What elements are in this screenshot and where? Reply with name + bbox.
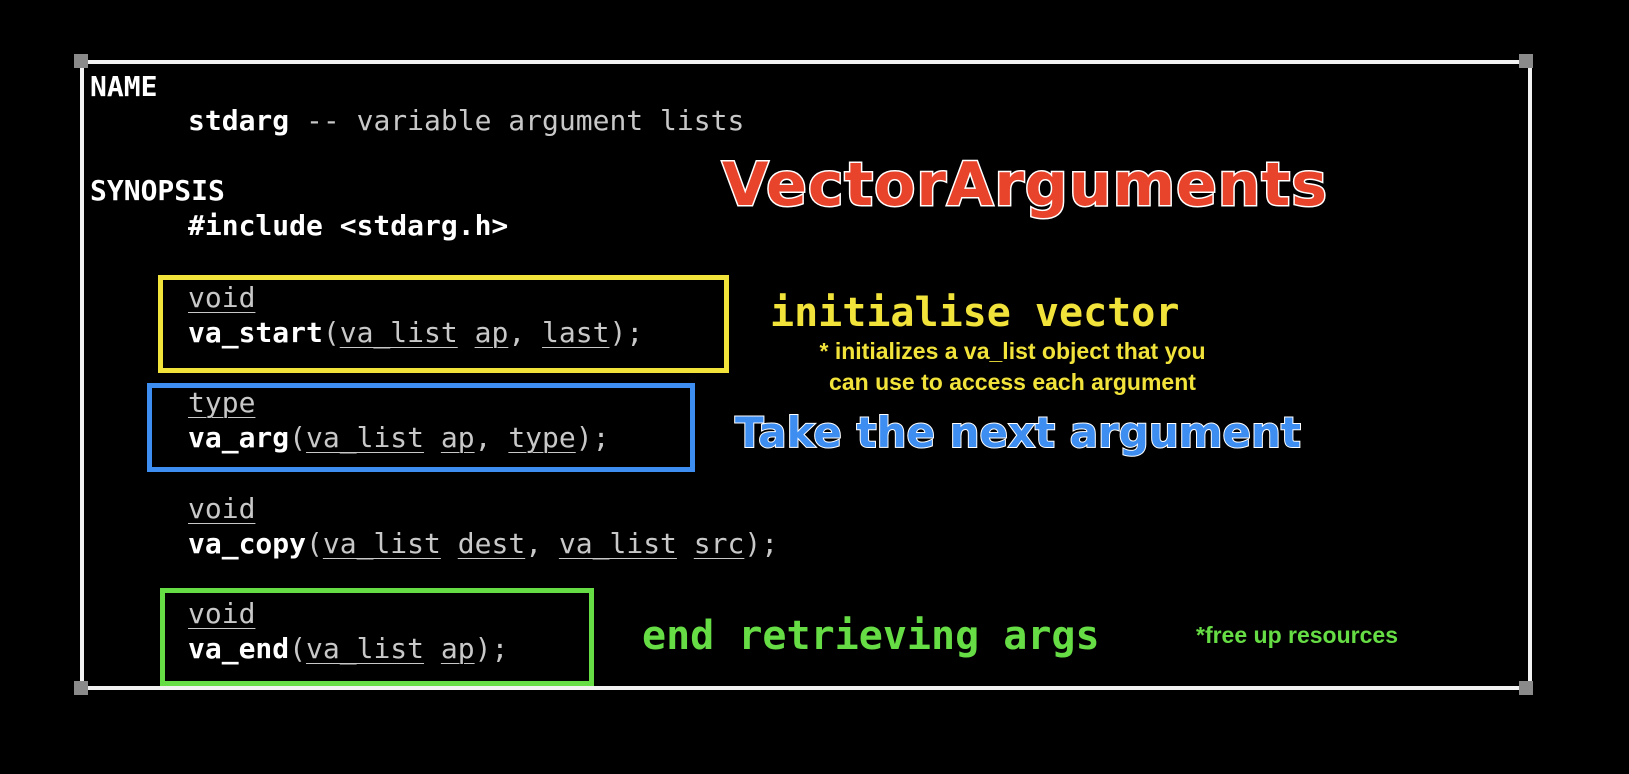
frame-corner-top-right	[1519, 54, 1533, 68]
name-heading: NAME	[90, 70, 158, 103]
end-heading: end retrieving args	[642, 613, 1100, 659]
va-end-return-type-text: void	[188, 597, 256, 630]
title-vector-arguments: VectorArguments	[721, 149, 1329, 222]
name-command: stdarg	[188, 104, 290, 137]
synopsis-heading: SYNOPSIS	[90, 174, 225, 207]
va-copy-return-type-text: void	[188, 492, 256, 525]
va-copy-signature: va_copy(va_list dest, va_list src);	[188, 527, 779, 560]
va-arg-param-ap: ap	[440, 421, 475, 454]
frame-corner-bottom-left	[74, 681, 88, 695]
va-arg-param-type-arg: type	[508, 421, 576, 454]
arg-heading: Take the next argument	[734, 407, 1302, 458]
start-heading: initialise vector	[770, 290, 1180, 336]
va-start-signature: va_start(va_list ap, last);	[188, 316, 644, 349]
start-note-line-1: * initializes a va_list object that you	[819, 338, 1206, 364]
va-copy-param-dest: dest	[457, 527, 526, 560]
va-arg-signature: va_arg(va_list ap, type);	[188, 421, 610, 454]
va-end-param-ap: ap	[440, 632, 475, 665]
va-copy-param-src: src	[693, 527, 745, 560]
va-start-param-ap: ap	[474, 316, 509, 349]
va-start-param-last: last	[542, 316, 610, 349]
frame-corner-bottom-right	[1519, 681, 1533, 695]
va-copy-return-type: void	[188, 492, 255, 526]
va-start-function-name: va_start	[188, 316, 323, 349]
start-note-line-2: can use to access each argument	[829, 369, 1196, 395]
va-copy-function-name: va_copy	[188, 527, 307, 560]
va-end-return-type: void	[188, 597, 255, 631]
va-start-return-type-text: void	[188, 281, 256, 314]
va-arg-function-name: va_arg	[188, 421, 290, 454]
va-copy-param-src-type: va_list	[558, 527, 677, 560]
include-line: #include <stdarg.h>	[188, 209, 509, 242]
va-copy-param-dest-type: va_list	[322, 527, 441, 560]
va-end-param-type: va_list	[306, 632, 425, 665]
va-end-signature: va_end(va_list ap);	[188, 632, 509, 665]
name-description: -- variable argument lists	[289, 104, 745, 137]
start-note: * initializes a va_list object that you …	[760, 336, 1265, 398]
va-arg-return-type-text: type	[188, 386, 256, 419]
va-start-return-type: void	[188, 281, 255, 315]
name-line: stdarg -- variable argument lists	[188, 104, 744, 138]
va-start-param-type: va_list	[339, 316, 458, 349]
va-arg-param-type: va_list	[306, 421, 425, 454]
end-note: *free up resources	[1196, 622, 1398, 648]
va-end-function-name: va_end	[188, 632, 290, 665]
va-arg-return-type: type	[188, 386, 255, 420]
frame-corner-top-left	[74, 54, 88, 68]
